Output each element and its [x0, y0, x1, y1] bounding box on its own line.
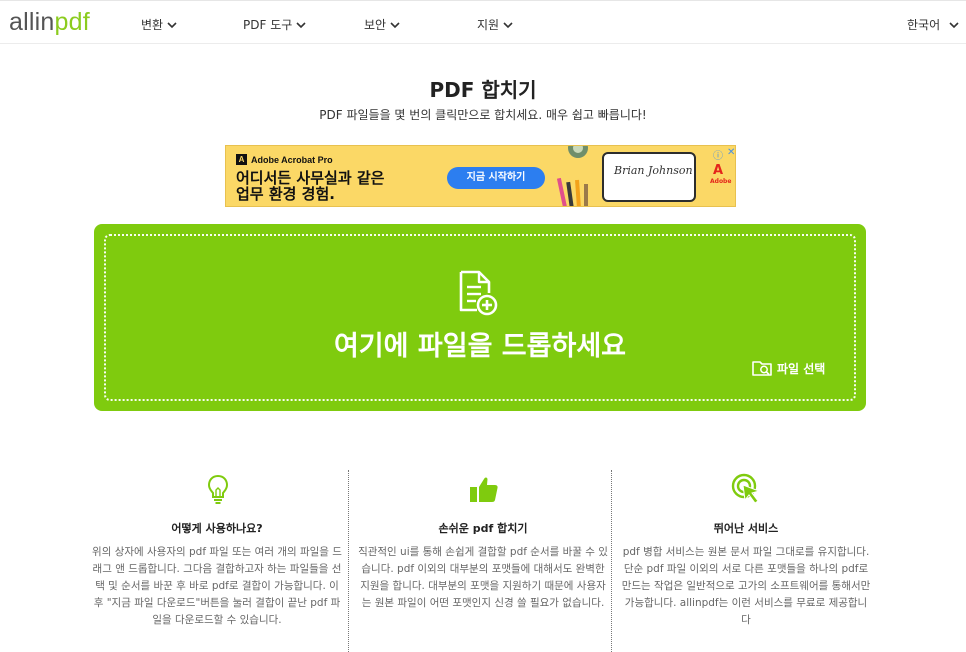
ad-info-icon[interactable]: ⓘ: [713, 147, 723, 162]
page-subtitle: PDF 파일들을 몇 번의 클릭만으로 합치세요. 매우 쉽고 빠릅니다!: [319, 108, 647, 122]
ad-signature: Brian Johnson: [614, 164, 693, 177]
ad-brand: A Adobe Acrobat Pro: [236, 154, 333, 165]
chevron-down-icon: [296, 21, 306, 28]
feature-title: 손쉬운 pdf 합치기: [438, 522, 528, 535]
top-navbar: allinpdf 변환 PDF 도구 보안 지원 한국어: [0, 0, 966, 44]
drop-zone-border: [104, 234, 856, 401]
ad-headline: 어디서든 사무실과 같은 업무 환경 경험.: [236, 170, 384, 202]
language-selector[interactable]: 한국어: [907, 16, 960, 33]
ad-headline-line1: 어디서든 사무실과 같은: [236, 169, 385, 187]
page-title: PDF 합치기: [429, 78, 537, 102]
feature-description: 직관적인 ui를 통해 손쉽게 결합할 pdf 순서를 바꿀 수 있습니다. p…: [358, 546, 608, 609]
nav-convert-menu[interactable]: 변환: [141, 16, 178, 33]
feature-title: 뛰어난 서비스: [713, 522, 779, 535]
logo-text-part2: pdf: [54, 8, 90, 36]
allinpdf-logo[interactable]: allinpdf: [9, 9, 90, 35]
nav-security-label: 보안: [364, 18, 387, 32]
cursor-click-icon: [731, 473, 761, 504]
ad-banner[interactable]: A Adobe Acrobat Pro 어디서든 사무실과 같은 업무 환경 경…: [225, 145, 736, 207]
chevron-down-icon: [503, 21, 513, 28]
logo-text-part1: allin: [9, 8, 55, 36]
folder-search-icon: [752, 361, 772, 376]
lightbulb-icon: [207, 474, 229, 504]
drop-zone-text: 여기에 파일을 드롭하세요: [333, 331, 627, 362]
adobe-logo-label: Adobe: [710, 178, 732, 185]
select-file-button[interactable]: 파일 선택: [752, 359, 825, 377]
feature-divider: [348, 470, 349, 652]
ad-info-controls[interactable]: ⓘ ✕: [713, 147, 735, 162]
nav-support-menu[interactable]: 지원: [477, 16, 514, 33]
feature-how-to-use: 어떻게 사용하나요? 위의 상자에 사용자의 pdf 파일 또는 여러 개의 파…: [86, 470, 348, 652]
language-label: 한국어: [907, 18, 941, 32]
add-file-icon: [459, 270, 498, 316]
thumbs-up-icon: [470, 477, 498, 502]
ad-headline-line2: 업무 환경 경험.: [236, 185, 335, 203]
adobe-logo-icon: A Adobe: [710, 163, 732, 186]
nav-convert-label: 변환: [141, 18, 164, 32]
feature-title: 어떻게 사용하나요?: [171, 522, 263, 535]
feature-great-service: 뛰어난 서비스 pdf 병합 서비스는 원본 문서 파일 그대로를 유지합니다.…: [615, 470, 877, 652]
chevron-down-icon: [390, 21, 400, 28]
nav-support-label: 지원: [477, 18, 500, 32]
ad-cta-button[interactable]: 지금 시작하기: [447, 167, 545, 189]
ad-brand-label: Adobe Acrobat Pro: [251, 154, 333, 165]
feature-divider: [611, 470, 612, 652]
nav-security-menu[interactable]: 보안: [364, 16, 401, 33]
feature-description: 위의 상자에 사용자의 pdf 파일 또는 여러 개의 파일을 드래그 앤 드롭…: [92, 546, 342, 626]
select-file-label: 파일 선택: [777, 361, 826, 376]
feature-description: pdf 병합 서비스는 원본 문서 파일 그대로를 유지합니다. 단순 pdf …: [621, 546, 871, 626]
chevron-down-icon: [167, 21, 177, 28]
feature-easy-merge: 손쉬운 pdf 합치기 직관적인 ui를 통해 손쉽게 결합할 pdf 순서를 …: [352, 470, 614, 652]
acrobat-logo-icon: A: [236, 154, 247, 165]
ad-close-icon[interactable]: ✕: [727, 147, 735, 162]
ad-document-illustration: Brian Johnson: [602, 152, 696, 202]
nav-pdf-tools-menu[interactable]: PDF 도구: [243, 16, 307, 33]
file-drop-zone[interactable]: 여기에 파일을 드롭하세요 파일 선택: [94, 224, 866, 411]
chevron-down-icon: [949, 21, 959, 28]
nav-pdf-tools-label: PDF 도구: [243, 18, 293, 32]
